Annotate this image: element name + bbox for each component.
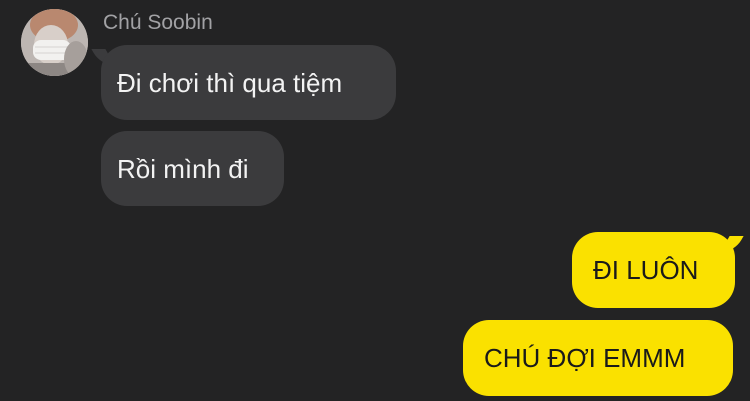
message-text: Rồi mình đi <box>117 153 249 184</box>
message-text: Đi chơi thì qua tiệm <box>117 67 343 98</box>
message-text: ĐI LUÔN <box>593 255 699 285</box>
message-bubble-incoming[interactable]: Rồi mình đi <box>101 131 284 206</box>
message-bubble-outgoing[interactable]: CHÚ ĐỢI EMMM <box>463 320 733 396</box>
chat-view: Chú Soobin Đi chơi thì qua tiệm Rồi mình… <box>0 0 750 401</box>
contact-avatar[interactable] <box>21 9 88 76</box>
message-bubble-incoming[interactable]: Đi chơi thì qua tiệm <box>101 45 396 120</box>
message-text: CHÚ ĐỢI EMMM <box>484 343 686 373</box>
profile-photo-icon <box>21 9 88 76</box>
message-bubble-outgoing[interactable]: ĐI LUÔN <box>572 232 735 308</box>
sender-name: Chú Soobin <box>103 11 213 34</box>
